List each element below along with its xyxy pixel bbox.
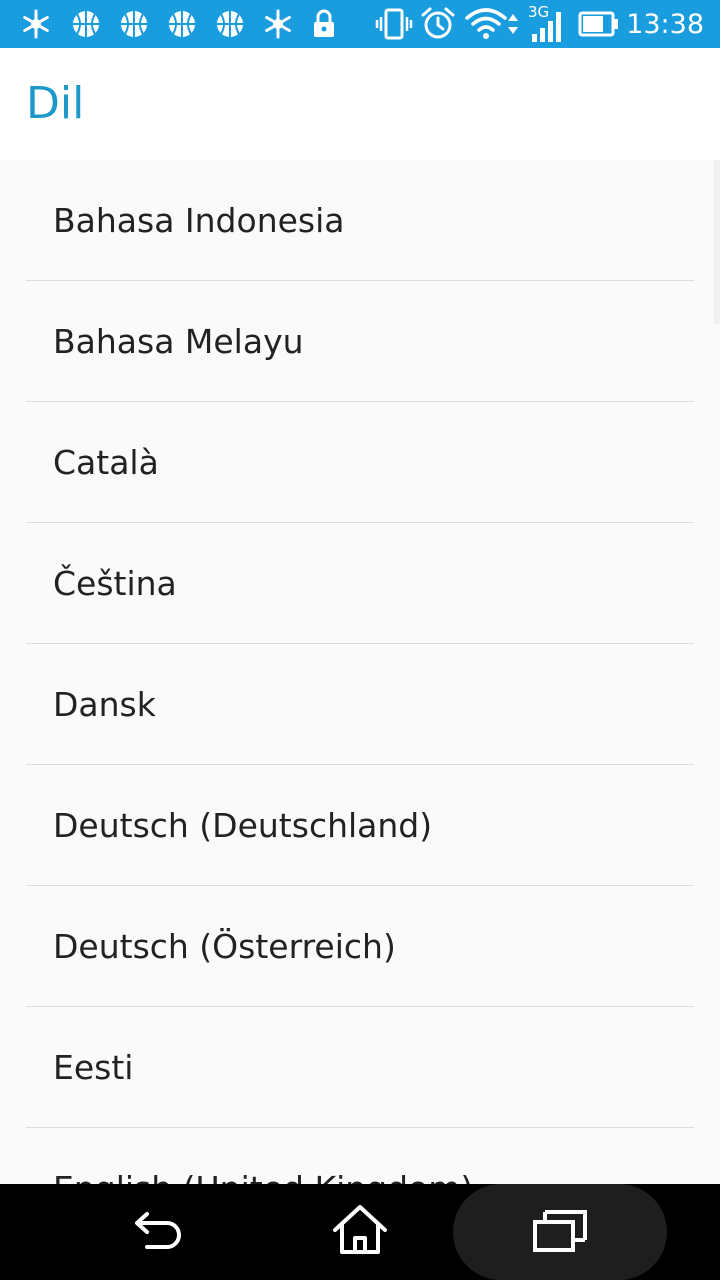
snowflake-icon (258, 0, 298, 48)
alarm-icon (418, 0, 458, 48)
back-button[interactable] (100, 1184, 220, 1280)
basketball-icon (162, 0, 202, 48)
wifi-icon (464, 0, 508, 48)
home-button[interactable] (300, 1184, 420, 1280)
language-label: English (United Kingdom) (53, 1128, 473, 1184)
battery-icon (576, 0, 622, 48)
app-header: Dil (0, 48, 720, 160)
language-label: Dansk (53, 685, 156, 724)
language-label: Eesti (53, 1048, 134, 1087)
recents-icon (533, 1208, 587, 1256)
home-icon (332, 1204, 388, 1260)
snowflake-icon (16, 0, 56, 48)
basketball-icon (114, 0, 154, 48)
language-item-catala[interactable]: Català (0, 402, 720, 523)
language-item-deutsch-deutschland[interactable]: Deutsch (Deutschland) (0, 765, 720, 886)
vibrate-icon (372, 0, 416, 48)
language-label: Bahasa Melayu (53, 322, 304, 361)
page-title: Dil (26, 78, 85, 129)
language-item-eesti[interactable]: Eesti (0, 1007, 720, 1128)
data-activity-icon (506, 0, 520, 48)
lock-icon (306, 0, 342, 48)
recents-button[interactable] (453, 1184, 667, 1280)
language-list[interactable]: Bahasa Indonesia Bahasa Melayu Català Če… (0, 160, 720, 1184)
language-label: Català (53, 443, 159, 482)
language-label: Deutsch (Österreich) (53, 927, 396, 966)
language-label: Čeština (53, 564, 177, 603)
language-item-english-united-kingdom[interactable]: English (United Kingdom) (0, 1128, 720, 1184)
basketball-icon (210, 0, 250, 48)
language-label: Bahasa Indonesia (53, 201, 345, 240)
language-item-cestina[interactable]: Čeština (0, 523, 720, 644)
language-item-dansk[interactable]: Dansk (0, 644, 720, 765)
language-label: Deutsch (Deutschland) (53, 806, 433, 845)
status-bar: 3G 13:38 (0, 0, 720, 48)
language-item-bahasa-indonesia[interactable]: Bahasa Indonesia (0, 160, 720, 281)
language-item-deutsch-osterreich[interactable]: Deutsch (Österreich) (0, 886, 720, 1007)
back-icon (133, 1206, 187, 1258)
basketball-icon (66, 0, 106, 48)
cellular-signal-icon: 3G (524, 0, 568, 48)
language-item-bahasa-melayu[interactable]: Bahasa Melayu (0, 281, 720, 402)
status-time: 13:38 (626, 9, 704, 40)
navigation-bar (0, 1184, 720, 1280)
language-settings-screen: 3G 13:38 Dil Bahasa Indonesia Bahasa Mel… (0, 0, 720, 1280)
